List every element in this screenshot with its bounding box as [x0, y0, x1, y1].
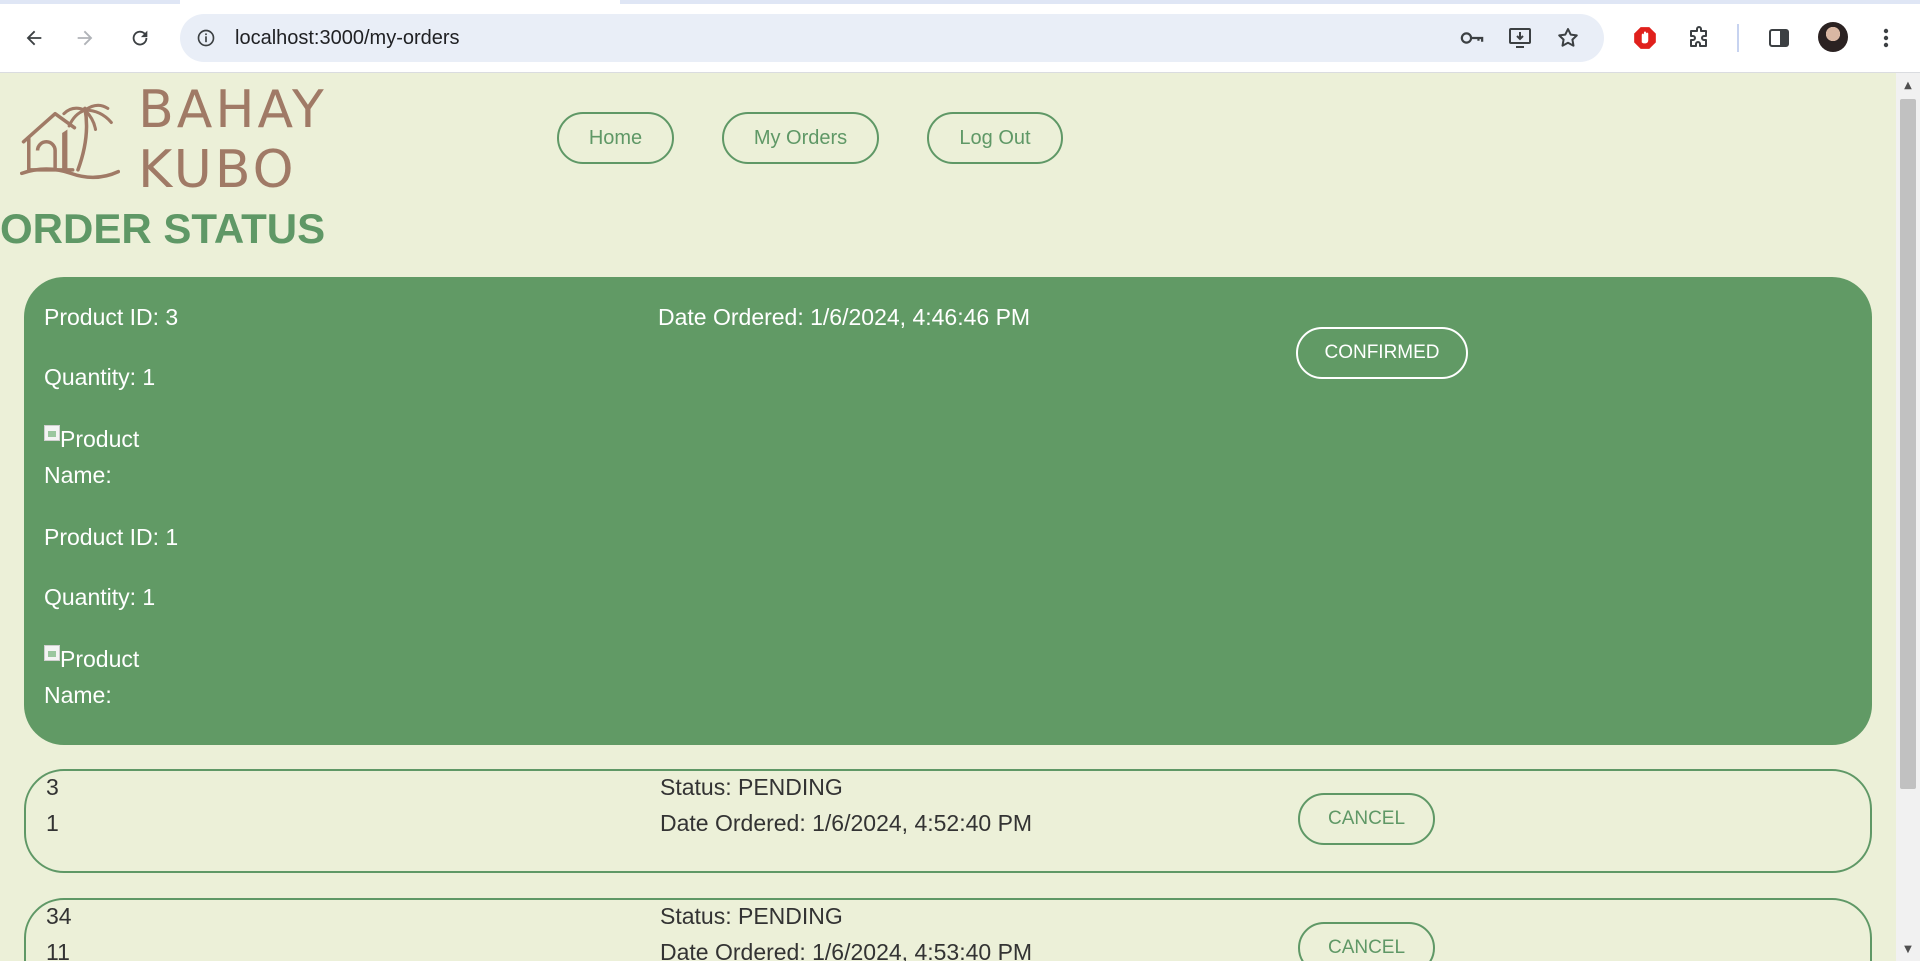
scrollbar-thumb[interactable] [1900, 99, 1916, 789]
extensions-puzzle-icon[interactable] [1681, 20, 1717, 56]
menu-kebab-icon[interactable] [1868, 20, 1904, 56]
side-panel-icon[interactable] [1761, 20, 1797, 56]
tab-strip [0, 0, 1920, 4]
order-quantity: 1 [46, 810, 59, 836]
broken-image-icon [44, 425, 60, 441]
confirmed-status-button[interactable]: CONFIRMED [1296, 327, 1468, 379]
back-button[interactable] [16, 20, 52, 56]
broken-image-icon [44, 645, 60, 661]
forward-button[interactable] [67, 20, 103, 56]
bahay-kubo-logo-icon [20, 103, 121, 180]
product-image-alt: Product [60, 646, 140, 672]
order-date: Date Ordered: 1/6/2024, 4:52:40 PM [660, 810, 1033, 836]
nav-logout-button[interactable]: Log Out [927, 112, 1063, 164]
install-app-icon[interactable] [1508, 26, 1532, 50]
order-item-name: Name: [44, 462, 112, 488]
profile-avatar[interactable] [1818, 22, 1848, 52]
toolbar-separator [1737, 24, 1739, 52]
back-arrow-icon [26, 30, 42, 46]
reload-button[interactable] [122, 20, 158, 56]
product-image-alt: Product [60, 426, 140, 452]
scroll-down-arrow-icon[interactable]: ▼ [1896, 939, 1920, 959]
order-card-pending: 3 1 Status: PENDING Date Ordered: 1/6/20… [24, 769, 1872, 873]
scroll-up-arrow-icon[interactable]: ▲ [1896, 75, 1920, 95]
order-status: Status: PENDING [660, 774, 843, 800]
site-logo[interactable]: BAHAY KUBO [20, 80, 460, 200]
reload-icon [132, 30, 148, 46]
order-item-quantity: Quantity: 1 [44, 584, 156, 610]
order-item-product-id: Product ID: 1 [44, 524, 179, 550]
page-title: ORDER STATUS [0, 205, 326, 252]
url-text[interactable]: localhost:3000/my-orders [235, 26, 460, 50]
forward-arrow-icon [77, 30, 93, 46]
nav-home-button[interactable]: Home [557, 112, 674, 164]
address-bar[interactable]: localhost:3000/my-orders [180, 14, 1604, 62]
cancel-order-button[interactable]: CANCEL [1298, 922, 1435, 961]
adblock-extension-icon[interactable] [1627, 20, 1663, 56]
order-card-pending: 34 11 Status: PENDING Date Ordered: 1/6/… [24, 898, 1872, 961]
order-item-product-id: Product ID: 3 [44, 304, 179, 330]
order-item-quantity: Quantity: 1 [44, 364, 156, 390]
order-product-id: 3 [46, 774, 59, 800]
browser-toolbar: localhost:3000/my-orders [0, 0, 1920, 73]
page-scrollbar[interactable]: ▲ ▼ [1896, 73, 1920, 961]
logo-text: BAHAY KUBO [138, 80, 327, 200]
page-viewport: BAHAY KUBO Home My Orders Log Out ORDER … [0, 73, 1896, 961]
site-info-icon[interactable] [194, 26, 218, 50]
nav-my-orders-button[interactable]: My Orders [722, 112, 879, 164]
order-date: Date Ordered: 1/6/2024, 4:46:46 PM [658, 304, 1031, 330]
order-date: Date Ordered: 1/6/2024, 4:53:40 PM [660, 939, 1033, 961]
password-key-icon[interactable] [1460, 26, 1484, 50]
order-product-id: 34 [46, 903, 72, 929]
order-card-confirmed: Product ID: 3 Quantity: 1 Product Name: … [24, 277, 1872, 745]
product-image-broken: Product [44, 641, 204, 677]
order-quantity: 11 [46, 939, 70, 961]
order-item-name: Name: [44, 682, 112, 708]
cancel-order-button[interactable]: CANCEL [1298, 793, 1435, 845]
bookmark-star-icon[interactable] [1556, 26, 1580, 50]
product-image-broken: Product [44, 421, 204, 457]
order-status: Status: PENDING [660, 903, 843, 929]
active-tab[interactable] [180, 0, 620, 4]
